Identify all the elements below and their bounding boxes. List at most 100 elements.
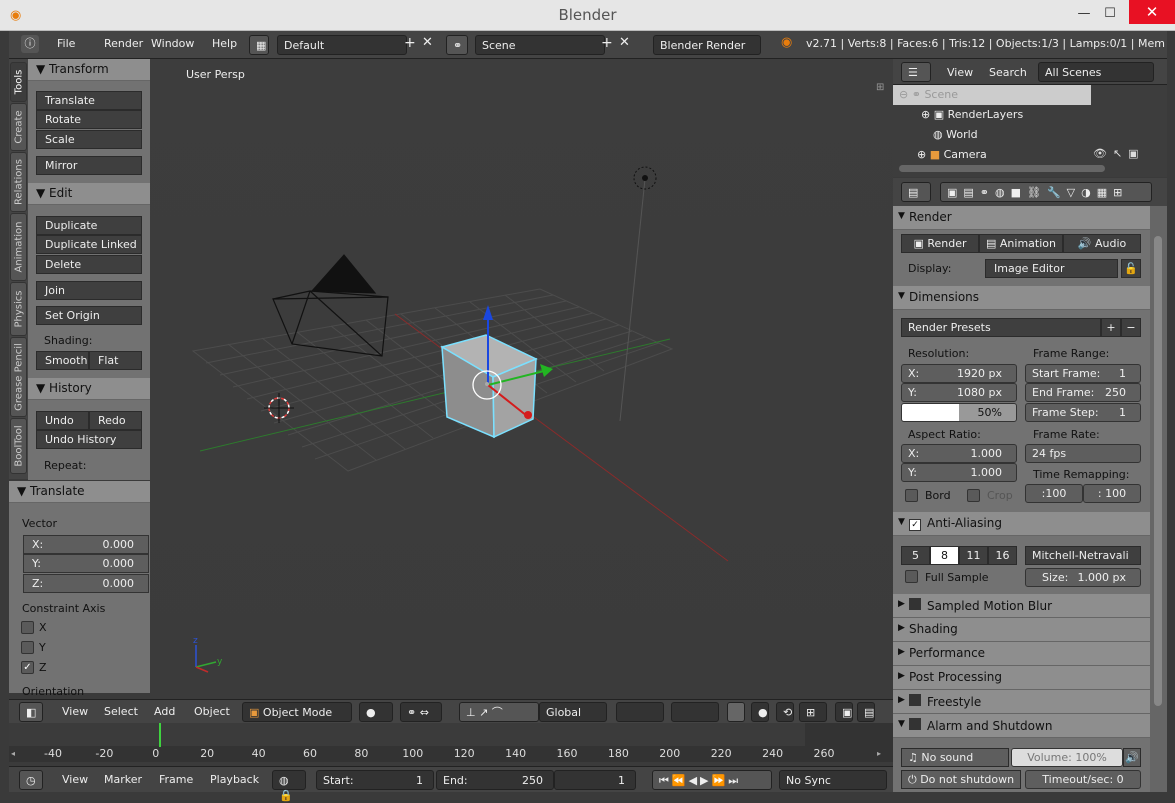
shading-mode-select[interactable]: ● — [359, 702, 393, 722]
frame-step-field[interactable]: Frame Step: 1 — [1025, 403, 1141, 422]
audio-button[interactable]: 🔊 Audio — [1063, 234, 1141, 253]
rotate-button[interactable]: Rotate — [36, 110, 142, 129]
scale-button[interactable]: Scale — [36, 130, 142, 149]
display-select[interactable]: Image Editor — [985, 259, 1118, 278]
vector-x-field[interactable]: X: 0.000 — [23, 535, 149, 554]
tab-tools[interactable]: Tools — [10, 62, 27, 102]
edit-panel-header[interactable]: ▼ Edit — [28, 183, 150, 205]
post-processing-section-header[interactable]: ▶ Post Processing — [893, 666, 1150, 690]
snap-toggle-icon[interactable]: ⟲ — [776, 702, 794, 722]
transform-panel-header[interactable]: ▼ Transform — [28, 59, 150, 81]
tab-relations[interactable]: Relations — [10, 152, 27, 212]
smooth-button[interactable]: Smooth — [36, 351, 89, 370]
end-frame-field[interactable]: End: 250 — [436, 770, 554, 790]
shutdown-select[interactable]: ⏻ Do not shutdown — [901, 770, 1021, 789]
resolution-percentage-slider[interactable]: 50% — [901, 403, 1017, 422]
scene-icon[interactable]: ⚭ — [446, 35, 468, 55]
aspect-x-field[interactable]: X: 1.000 — [901, 444, 1017, 463]
properties-context-tabs[interactable]: ▣▤⚭◍■⛓🔧▽◑▦⊞ — [940, 182, 1152, 202]
sync-mode-select[interactable]: No Sync — [779, 770, 887, 790]
delete-screen-icon[interactable]: ✕ — [422, 35, 433, 50]
aa-filter-select[interactable]: Mitchell-Netravali — [1025, 546, 1141, 565]
screen-layout-icon[interactable]: ▦ — [249, 35, 269, 55]
alarm-sound-select[interactable]: ♫ No sound — [901, 748, 1009, 767]
timeline-menu-marker[interactable]: Marker — [104, 773, 142, 786]
history-panel-header[interactable]: ▼ History — [28, 378, 150, 400]
delete-scene-icon[interactable]: ✕ — [619, 35, 630, 50]
border-checkbox[interactable] — [905, 489, 918, 502]
menu-select[interactable]: Select — [104, 705, 138, 718]
aa-samples-5[interactable]: 5 — [901, 546, 930, 565]
outliner-editor-icon[interactable]: ☰ — [901, 62, 931, 82]
tab-create[interactable]: Create — [10, 103, 27, 151]
resolution-y-field[interactable]: Y: 1080 px — [901, 383, 1017, 402]
menu-help[interactable]: Help — [212, 37, 237, 50]
timeout-field[interactable]: Timeout/sec: 0 — [1025, 770, 1141, 789]
volume-slider[interactable]: Volume: 100% — [1011, 748, 1123, 767]
remap-old-field[interactable]: :100 — [1025, 484, 1083, 503]
lock-interface-icon[interactable]: 🔓 — [1121, 259, 1141, 278]
frame-rate-select[interactable]: 24 fps — [1025, 444, 1141, 463]
volume-speaker-icon[interactable]: 🔊 — [1123, 748, 1141, 767]
join-button[interactable]: Join — [36, 281, 142, 300]
translate-button[interactable]: Translate — [36, 91, 142, 110]
close-icon[interactable]: ✕ — [1129, 0, 1175, 24]
outliner-scrollbar[interactable] — [899, 165, 1105, 172]
render-still-icon[interactable]: ▣ — [835, 702, 853, 722]
layers-grid-2[interactable] — [671, 702, 719, 722]
properties-editor-icon[interactable]: ▤ — [901, 182, 931, 202]
add-scene-icon[interactable]: + — [601, 35, 613, 51]
sampled-motion-blur-section-header[interactable]: ▶ Sampled Motion Blur — [893, 594, 1150, 618]
start-frame-field[interactable]: Start: 1 — [316, 770, 434, 790]
outliner-restrict-icons[interactable]: 👁↖▣ — [1093, 147, 1145, 160]
menu-view[interactable]: View — [62, 705, 88, 718]
outliner-menu-view[interactable]: View — [947, 66, 973, 79]
undo-button[interactable]: Undo — [36, 411, 89, 430]
aa-samples-8[interactable]: 8 — [930, 546, 959, 565]
shading-section-header[interactable]: ▶ Shading — [893, 618, 1150, 642]
mode-select[interactable]: ▣ Object Mode — [242, 702, 352, 722]
vector-y-field[interactable]: Y: 0.000 — [23, 554, 149, 573]
camera-object[interactable] — [272, 254, 389, 357]
filter-size-field[interactable]: Size: 1.000 px — [1025, 568, 1141, 587]
constraint-y-checkbox[interactable] — [21, 641, 34, 654]
freestyle-section-header[interactable]: ▶ Freestyle — [893, 690, 1150, 714]
outliner-item-renderlayers[interactable]: ⊕ ▣ RenderLayers — [893, 105, 1167, 125]
menu-window[interactable]: Window — [151, 37, 194, 50]
menu-object[interactable]: Object — [194, 705, 230, 718]
pivot-select[interactable]: ⚭ ⇔ — [400, 702, 442, 722]
delete-button[interactable]: Delete — [36, 255, 142, 274]
timeline-menu-frame[interactable]: Frame — [159, 773, 193, 786]
remove-preset-icon[interactable]: − — [1121, 318, 1141, 337]
editor-type-icon[interactable]: ◧ — [19, 702, 43, 722]
manipulator-buttons[interactable]: ⊥ ↗ ⌒ — [459, 702, 539, 722]
dimensions-section-header[interactable]: ▼ Dimensions — [893, 286, 1150, 310]
anti-aliasing-section-header[interactable]: ▼ ✓ Anti-Aliasing — [893, 512, 1150, 536]
viewport-corner-plus-icon[interactable]: ⊞ — [876, 82, 884, 93]
start-frame-field[interactable]: Start Frame: 1 — [1025, 364, 1141, 383]
tab-grease-pencil[interactable]: Grease Pencil — [10, 337, 27, 417]
info-editor-icon[interactable]: ⓘ — [21, 35, 39, 53]
render-anim-icon[interactable]: ▤ — [857, 702, 875, 722]
timeline-editor-type-icon[interactable]: ◷ — [19, 770, 43, 790]
aa-samples-11[interactable]: 11 — [959, 546, 988, 565]
tab-physics[interactable]: Physics — [10, 282, 27, 336]
menu-file[interactable]: File — [57, 37, 75, 50]
tab-animation[interactable]: Animation — [10, 213, 27, 281]
freestyle-checkbox[interactable] — [909, 694, 921, 706]
operator-panel-header[interactable]: ▼ Translate — [9, 481, 150, 503]
constraint-x-checkbox[interactable] — [21, 621, 34, 634]
outliner-item-world[interactable]: ◍ World — [893, 125, 1167, 145]
crop-checkbox[interactable] — [967, 489, 980, 502]
duplicate-linked-button[interactable]: Duplicate Linked — [36, 235, 142, 254]
snap-element-icon[interactable]: ⊞ — [799, 702, 827, 722]
alarm-shutdown-section-header[interactable]: ▼ Alarm and Shutdown — [893, 714, 1150, 738]
outliner-filter-select[interactable]: All Scenes — [1038, 62, 1154, 82]
duplicate-button[interactable]: Duplicate — [36, 216, 142, 235]
render-presets-select[interactable]: Render Presets — [901, 318, 1101, 337]
render-engine-select[interactable]: Blender Render — [653, 35, 761, 55]
screen-layout-field[interactable]: Default — [277, 35, 407, 55]
add-screen-icon[interactable]: + — [404, 35, 416, 51]
outliner-item-scene[interactable]: ⊖ ⚭ Scene — [893, 85, 1091, 105]
redo-button[interactable]: Redo — [89, 411, 142, 430]
